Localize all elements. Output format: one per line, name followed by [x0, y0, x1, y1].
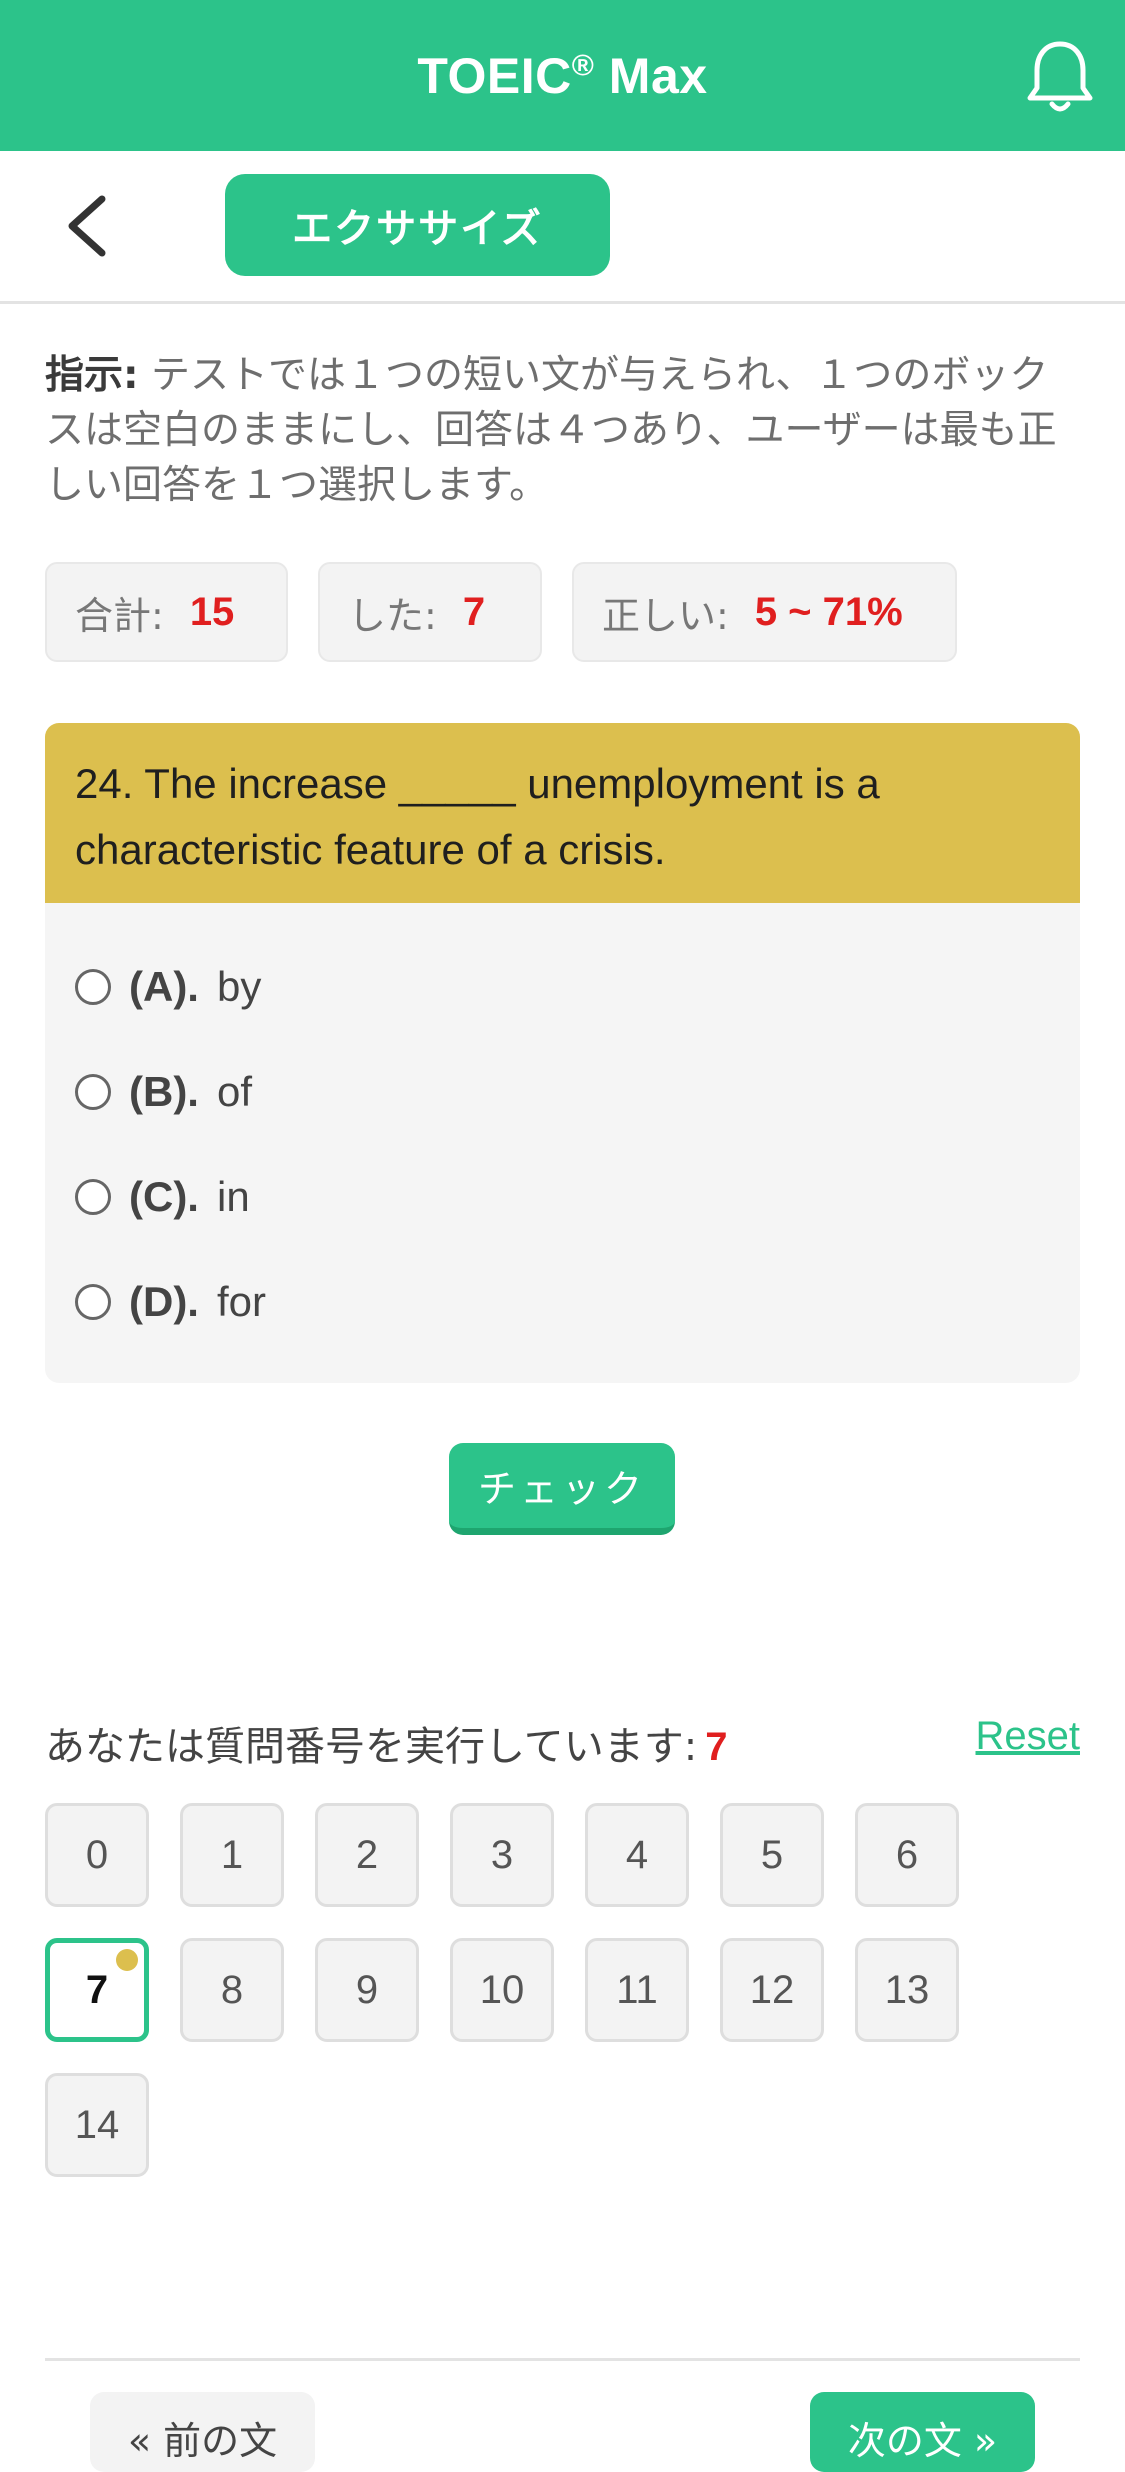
option-b[interactable]: (B). of: [75, 1057, 252, 1127]
radio-button[interactable]: [75, 969, 111, 1005]
question-number-button[interactable]: 12: [720, 1938, 824, 2042]
stat-total: 合計: 15: [45, 562, 288, 662]
question-number-button[interactable]: 4: [585, 1803, 689, 1907]
option-c[interactable]: (C). in: [75, 1162, 250, 1232]
radio-button[interactable]: [75, 1179, 111, 1215]
divider: [45, 2358, 1080, 2361]
question-number-button[interactable]: 5: [720, 1803, 824, 1907]
question-text: 24. The increase _____ unemployment is a…: [45, 723, 1080, 903]
progress-label: あなたは質問番号を実行しています: 7: [45, 1724, 728, 1770]
option-a[interactable]: (A). by: [75, 952, 261, 1022]
prev-question-button[interactable]: « 前の文: [90, 2392, 315, 2472]
status-dot: [116, 1949, 138, 1971]
sub-header: エクササイズ: [0, 151, 1125, 304]
question-number-button-current[interactable]: 7: [45, 1938, 149, 2042]
instructions-label: 指示:: [45, 353, 139, 398]
question-number-button[interactable]: 10: [450, 1938, 554, 2042]
tab-exercise[interactable]: エクササイズ: [225, 174, 610, 276]
app-header: TOEIC® Max: [0, 0, 1125, 151]
instructions-text: テストでは１つの短い文が与えられ、１つのボックスは空白のままにし、回答は４つあり…: [45, 353, 1057, 508]
question-number-button[interactable]: 11: [585, 1938, 689, 2042]
radio-button[interactable]: [75, 1284, 111, 1320]
question-number-button[interactable]: 8: [180, 1938, 284, 2042]
answer-options: (A). by (B). of (C). in (D). for: [45, 903, 1080, 1383]
question-number-button[interactable]: 9: [315, 1938, 419, 2042]
next-question-button[interactable]: 次の文 »: [810, 2392, 1035, 2472]
current-question-number: 7: [705, 1725, 728, 1769]
stat-done: した: 7: [318, 562, 542, 662]
check-button[interactable]: チェック: [449, 1443, 675, 1535]
reset-link[interactable]: Reset: [976, 1714, 1081, 1759]
question-number-button[interactable]: 14: [45, 2073, 149, 2177]
question-number-button[interactable]: 1: [180, 1803, 284, 1907]
instructions: 指示: テストでは１つの短い文が与えられ、１つのボックスは空白のままにし、回答は…: [45, 348, 1075, 513]
question-number-button[interactable]: 6: [855, 1803, 959, 1907]
app-title: TOEIC® Max: [417, 47, 708, 104]
chevron-left-icon[interactable]: [62, 193, 112, 259]
radio-button[interactable]: [75, 1074, 111, 1110]
option-d[interactable]: (D). for: [75, 1267, 266, 1337]
bell-icon[interactable]: [1025, 38, 1095, 114]
question-number-button[interactable]: 2: [315, 1803, 419, 1907]
question-number-button[interactable]: 13: [855, 1938, 959, 2042]
question-number-button[interactable]: 0: [45, 1803, 149, 1907]
stat-correct: 正しい: 5 ~ 71%: [572, 562, 957, 662]
question-number-button[interactable]: 3: [450, 1803, 554, 1907]
